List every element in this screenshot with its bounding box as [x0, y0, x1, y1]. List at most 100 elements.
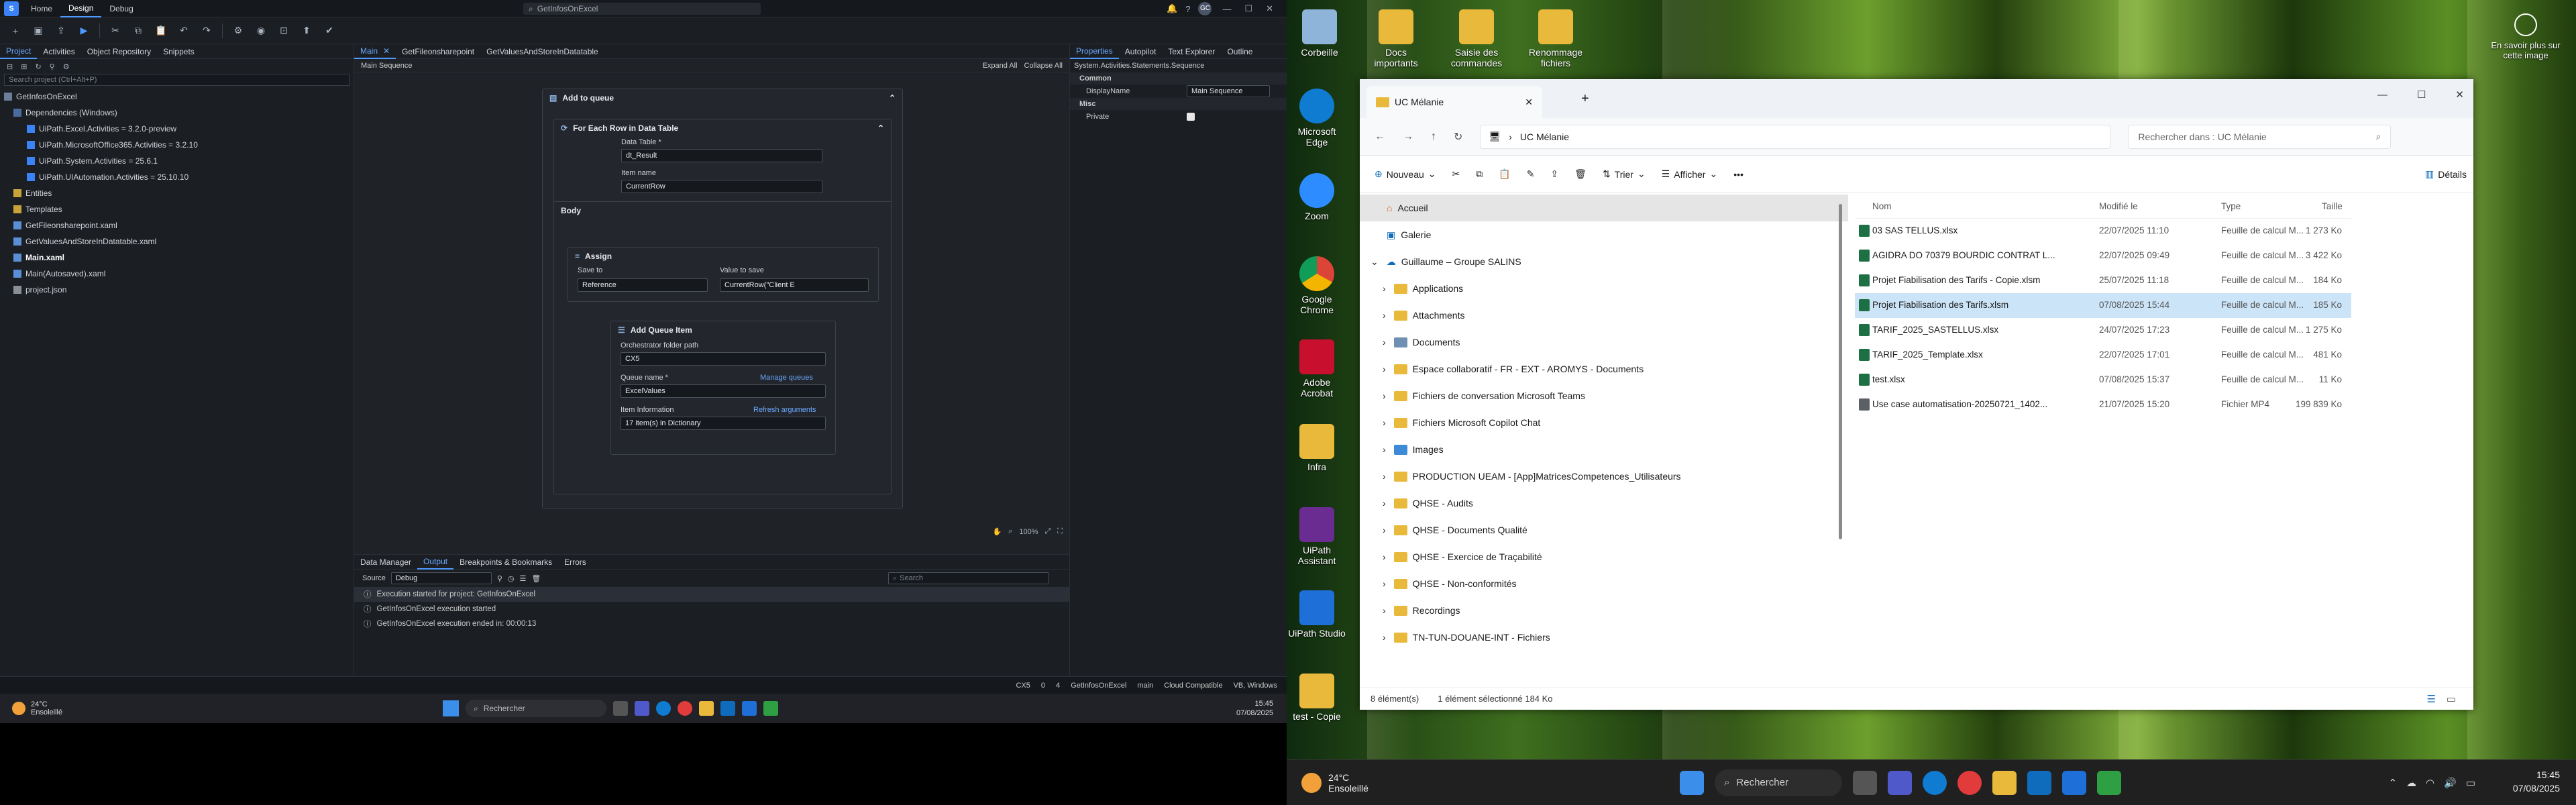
private-checkbox[interactable]	[1187, 113, 1195, 121]
file-row[interactable]: Use case automatisation-20250721_1402...…	[1855, 392, 2351, 417]
output-search-input[interactable]: ⌕ Search	[888, 572, 1049, 584]
activity-foreach-row[interactable]: ⟳ For Each Row in Data Table ⌃ Data Table …	[553, 119, 892, 494]
tree-dependencies[interactable]: Dependencies (Windows)	[4, 105, 354, 121]
nav-folder[interactable]: › Attachments	[1360, 302, 1848, 329]
menu-design[interactable]: Design	[60, 0, 102, 17]
filter-icon[interactable]: ⚲	[50, 62, 55, 71]
outlook-icon[interactable]	[720, 701, 735, 716]
tree-file[interactable]: Main(Autosaved).xaml	[4, 266, 354, 282]
studio-search-box[interactable]: ⌕ GetInfosOnExcel	[523, 3, 761, 15]
tree-dep[interactable]: UiPath.MicrosoftOffice365.Activities = 3…	[4, 137, 354, 153]
nav-folder[interactable]: › QHSE - Exercice de Traçabilité	[1360, 543, 1848, 570]
tab-activities[interactable]: Activities	[37, 44, 80, 59]
hand-icon[interactable]: ✋	[992, 527, 1002, 536]
tab-object-repository[interactable]: Object Repository	[81, 44, 157, 59]
uipath-assistant-icon[interactable]	[763, 701, 778, 716]
explorer-icon[interactable]	[699, 701, 714, 716]
desktop-icon-edge[interactable]: Microsoft Edge	[1287, 89, 1347, 148]
taskbar-search[interactable]: ⌕ Rechercher	[466, 700, 606, 717]
file-row[interactable]: Projet Fiabilisation des Tarifs - Copie.…	[1855, 268, 2351, 293]
collapse-icon[interactable]: ⌃	[877, 123, 884, 133]
item-name-field[interactable]: CurrentRow	[621, 180, 822, 193]
doc-tab[interactable]: GetValuesAndStoreInDatatable	[480, 44, 604, 59]
teams-icon[interactable]	[1888, 770, 1912, 795]
redo-icon[interactable]: ↷	[199, 23, 214, 38]
output-line[interactable]: ⓘ Execution started for project: GetInfos…	[354, 587, 1069, 602]
activity-add-to-queue[interactable]: ▤ Add to queue ⌃ ⟳ For Each Row in Data Tab…	[542, 89, 903, 508]
zoom-icon[interactable]: ⌕	[1008, 527, 1012, 536]
minimize-icon[interactable]: —	[2377, 89, 2387, 101]
doc-tab[interactable]: GetFileonsharepoint	[396, 44, 480, 59]
refresh-icon[interactable]: ↻	[35, 62, 41, 71]
doc-tab-main[interactable]: Main ✕	[354, 44, 396, 59]
sort-button[interactable]: ⇅ Trier ⌄	[1603, 168, 1646, 180]
nav-folder[interactable]: › Espace collaboratif - FR - EXT - AROMYS…	[1360, 356, 1848, 382]
file-row[interactable]: TARIF_2025_Template.xlsx 22/07/2025 17:01…	[1855, 343, 2351, 368]
props-common[interactable]: Common	[1070, 72, 1287, 85]
manage-queues-link[interactable]: Manage queues	[760, 374, 813, 382]
explorer-icon[interactable]	[1992, 770, 2017, 795]
forward-icon[interactable]: →	[1403, 131, 1413, 143]
tab-project[interactable]: Project	[0, 44, 38, 59]
recorder-icon[interactable]: ◉	[254, 23, 268, 38]
filter-icon[interactable]: ⚲	[497, 574, 502, 583]
nav-onedrive[interactable]: ⌄ ☁ Guillaume – Groupe SALINS	[1360, 248, 1848, 275]
file-row[interactable]: test.xlsx 07/08/2025 15:37 Feuille de calc…	[1855, 368, 2351, 392]
refresh-arguments-link[interactable]: Refresh arguments	[753, 406, 816, 414]
uipath-studio-icon[interactable]	[742, 701, 757, 716]
weather-widget[interactable]: 24°C Ensoleillé	[12, 700, 62, 716]
clock-date[interactable]: 07/08/2025	[1236, 708, 1273, 718]
export-icon[interactable]: ⇪	[54, 23, 68, 38]
activity-add-queue-item[interactable]: ☰ Add Queue Item Orchestrator folder path…	[610, 321, 836, 455]
tile-view-icon[interactable]: ▭	[2447, 693, 2456, 705]
desktop-icon-uipath-assistant[interactable]: UiPath Assistant	[1287, 507, 1347, 566]
tree-dep[interactable]: UiPath.Excel.Activities = 3.2.0-preview	[4, 121, 354, 137]
status-project[interactable]: GetInfosOnExcel	[1071, 682, 1126, 690]
nav-folder[interactable]: › PRODUCTION UEAM - [App]MatricesCompeten…	[1360, 463, 1848, 490]
explorer-tab[interactable]: UC Mélanie ✕	[1366, 86, 1542, 118]
publish-icon[interactable]: ⬆	[299, 23, 314, 38]
teams-icon[interactable]	[635, 701, 649, 716]
file-row[interactable]: AGIDRA DO 70379 BOURDIC CONTRAT L... 22/0…	[1855, 244, 2351, 268]
activity-assign[interactable]: = Assign Save to Value to save Reference …	[568, 247, 879, 302]
project-search-input[interactable]: Search project (Ctrl+Alt+P)	[4, 74, 350, 86]
volume-icon[interactable]: 🔊	[2444, 777, 2457, 789]
tree-file[interactable]: GetValuesAndStoreInDatatable.xaml	[4, 233, 354, 250]
clock-icon[interactable]: ◷	[508, 574, 515, 583]
zoom-level[interactable]: 100%	[1019, 528, 1038, 536]
output-line[interactable]: ⓘ GetInfosOnExcel execution ended in: 00:…	[354, 616, 1069, 631]
desktop-icon-folder[interactable]: Renommage fichiers	[1525, 9, 1586, 68]
status-errors[interactable]: 0	[1041, 682, 1045, 690]
nav-folder[interactable]: › QHSE - Documents Qualité	[1360, 517, 1848, 543]
col-header-size[interactable]: Taille	[2322, 201, 2343, 211]
analyze-icon[interactable]: ✔	[322, 23, 337, 38]
windows-start-icon[interactable]	[1680, 770, 1704, 795]
copilot-icon[interactable]	[678, 701, 692, 716]
weather-widget[interactable]: 24°C Ensoleillé	[1301, 772, 1368, 794]
details-button[interactable]: ▥ Détails	[2425, 168, 2467, 180]
nav-folder[interactable]: › QHSE - Non-conformités	[1360, 570, 1848, 597]
copy-icon[interactable]: ⧉	[131, 23, 146, 38]
taskbar-search[interactable]: ⌕ Rechercher	[1715, 769, 1842, 796]
menu-home[interactable]: Home	[23, 0, 60, 17]
desktop-icon-infra[interactable]: Infra	[1287, 424, 1347, 472]
status-warnings[interactable]: 4	[1056, 682, 1060, 690]
desktop-icon-acrobat[interactable]: Adobe Acrobat	[1287, 339, 1347, 398]
cut-icon[interactable]: ✂	[108, 23, 123, 38]
onedrive-icon[interactable]: ☁	[2406, 777, 2416, 789]
expand-icon[interactable]: ⊞	[21, 62, 27, 71]
nav-folder[interactable]: › Documents	[1360, 329, 1848, 356]
col-header-name[interactable]: Nom	[1872, 201, 1892, 211]
copilot-icon[interactable]	[1957, 770, 1982, 795]
nav-gallery[interactable]: ▣ Galerie	[1360, 221, 1848, 248]
up-icon[interactable]: ↑	[1431, 131, 1436, 143]
collapse-icon[interactable]: ⌃	[889, 93, 896, 103]
props-misc[interactable]: Misc	[1070, 98, 1287, 110]
nav-folder[interactable]: › QHSE - Audits	[1360, 490, 1848, 517]
manage-packages-icon[interactable]: ⚙	[231, 23, 246, 38]
desktop-icon-uipath-studio[interactable]: UiPath Studio	[1287, 590, 1347, 639]
new-icon[interactable]: +	[8, 23, 23, 38]
collapse-all-link[interactable]: Collapse All	[1024, 62, 1063, 70]
tree-folder[interactable]: Templates	[4, 201, 354, 217]
tab-output[interactable]: Output	[417, 555, 454, 570]
